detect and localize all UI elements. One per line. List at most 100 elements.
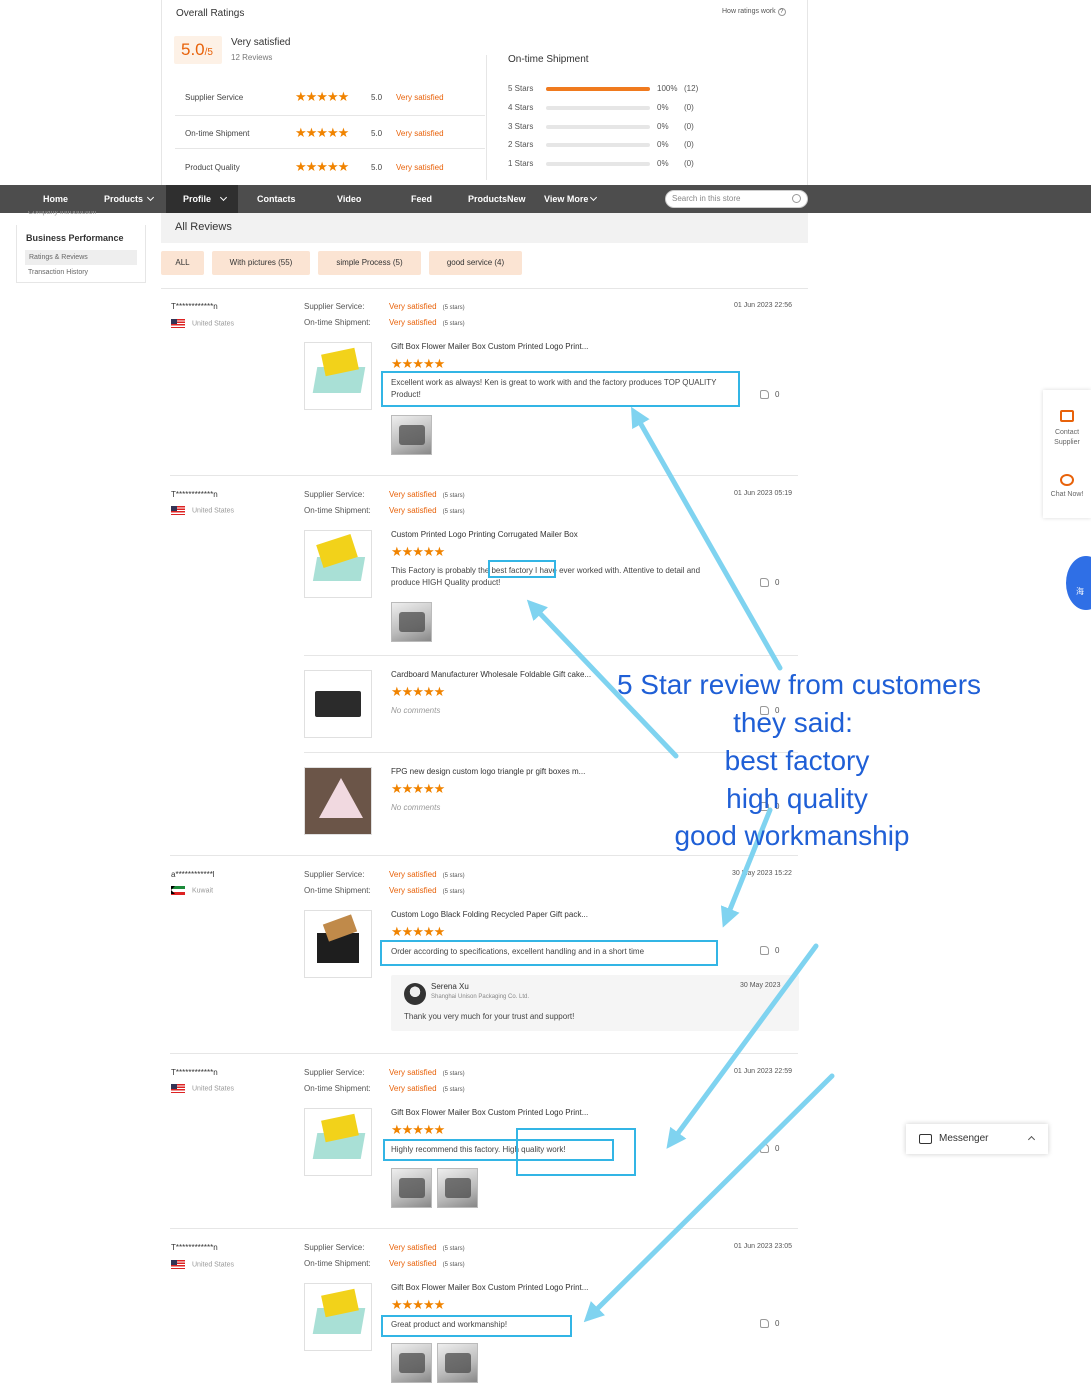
ontime-shipment-label: On-time Shipment: xyxy=(304,1259,371,1268)
contact-side-panel: Contact Supplier Chat Now! xyxy=(1043,390,1091,518)
nav-feed[interactable]: Feed xyxy=(411,185,432,213)
product-title-link[interactable]: Custom Printed Logo Printing Corrugated … xyxy=(391,530,578,539)
star-icons: ★★★★★ xyxy=(295,125,349,140)
how-ratings-work-text: How ratings work xyxy=(722,8,776,15)
review-photo[interactable] xyxy=(391,1343,432,1383)
rating-stars-text: (5 stars) xyxy=(442,1087,465,1093)
like-button[interactable]: 0 xyxy=(760,1319,780,1329)
store-search-input[interactable]: Search in this store xyxy=(665,190,808,208)
star-icons: ★★★★★ xyxy=(391,924,445,939)
sidebar-item-ratings-reviews[interactable]: Ratings & Reviews xyxy=(25,250,137,265)
like-button[interactable]: 0 xyxy=(760,946,779,956)
divider xyxy=(170,1228,798,1229)
rating-stars-text: (5 stars) xyxy=(442,1262,465,1268)
supplier-service-rating: Very satisfied (5 stars) xyxy=(389,870,465,879)
divider xyxy=(170,475,798,476)
review-photo[interactable] xyxy=(437,1343,478,1383)
thumbs-up-icon xyxy=(760,946,769,956)
rating-text: Very satisfied xyxy=(389,886,437,895)
divider xyxy=(486,55,487,180)
chevron-down-icon xyxy=(219,193,228,202)
nav-home[interactable]: Home xyxy=(43,185,68,213)
sidebar-heading[interactable]: Business Performance xyxy=(26,233,124,243)
product-title-link[interactable]: Gift Box Flower Mailer Box Custom Printe… xyxy=(391,342,588,351)
nav-products[interactable]: Products xyxy=(104,185,155,213)
us-flag-icon xyxy=(171,1084,185,1093)
filter-all[interactable]: ALL xyxy=(161,251,204,275)
rating-text: Very satisfied xyxy=(389,1259,437,1268)
overall-ratings-title: Overall Ratings xyxy=(176,8,245,19)
like-count: 0 xyxy=(775,1144,780,1153)
review-photo[interactable] xyxy=(391,415,432,455)
product-title-link[interactable]: Cardboard Manufacturer Wholesale Foldabl… xyxy=(391,670,591,679)
distribution-count: (12) xyxy=(684,84,699,93)
distribution-bar-fill xyxy=(546,87,650,91)
messenger-widget[interactable]: Messenger xyxy=(906,1124,1048,1154)
how-ratings-work-link[interactable]: How ratings work? xyxy=(722,8,786,16)
rating-stars-text: (5 stars) xyxy=(442,321,465,327)
filter-with-pictures[interactable]: With pictures (55) xyxy=(212,251,310,275)
search-icon[interactable] xyxy=(792,194,801,203)
help-icon: ? xyxy=(777,8,786,16)
chat-now-button[interactable]: Chat Now! xyxy=(1043,466,1091,506)
product-thumbnail[interactable] xyxy=(304,342,372,410)
product-title-link[interactable]: Gift Box Flower Mailer Box Custom Printe… xyxy=(391,1108,588,1117)
product-title-link[interactable]: FPG new design custom logo triangle pr g… xyxy=(391,767,585,776)
country-name: United States xyxy=(192,507,235,515)
ontime-shipment-label: On-time Shipment: xyxy=(304,1084,371,1093)
search-placeholder: Search in this store xyxy=(672,194,741,203)
bot-label: 海 xyxy=(1076,587,1084,596)
reviewer-name: a************l xyxy=(171,870,215,879)
supplier-service-label: Supplier Service: xyxy=(304,302,365,311)
product-title-link[interactable]: Gift Box Flower Mailer Box Custom Printe… xyxy=(391,1283,588,1292)
chat-icon xyxy=(1060,474,1074,486)
sidebar-item-transaction-history[interactable]: Transaction History xyxy=(28,269,88,276)
like-button[interactable]: 0 xyxy=(760,1144,780,1154)
nav-profile[interactable]: Profile xyxy=(166,185,238,213)
supplier-service-rating: Very satisfied (5 stars) xyxy=(389,302,465,311)
sidebar-item-company-introduction[interactable]: Company Introduction xyxy=(28,211,96,217)
review-photo[interactable] xyxy=(437,1168,478,1208)
product-title-link[interactable]: Custom Logo Black Folding Recycled Paper… xyxy=(391,910,588,919)
chevron-up-icon[interactable] xyxy=(1027,1135,1036,1144)
rating-row-ontime-shipment[interactable]: On-time Shipment ★★★★★ 5.0 Very satisfie… xyxy=(175,115,485,149)
us-flag-icon xyxy=(171,506,185,515)
nav-products-new[interactable]: ProductsNew xyxy=(468,185,526,213)
distribution-count: (0) xyxy=(684,159,694,169)
overall-score-denominator: /5 xyxy=(204,47,213,58)
filter-simple-process[interactable]: simple Process (5) xyxy=(318,251,421,275)
ontime-shipment-rating: Very satisfied (5 stars) xyxy=(389,1259,465,1268)
review-photo[interactable] xyxy=(391,1168,432,1208)
product-thumbnail[interactable] xyxy=(304,530,372,598)
star-level-label: 2 Stars xyxy=(508,140,534,150)
star-distribution-row: 5 Stars 100% (12) xyxy=(508,84,738,94)
all-reviews-title: All Reviews xyxy=(175,221,232,233)
like-count: 0 xyxy=(775,1319,780,1328)
review-text: This Factory is probably the best factor… xyxy=(391,566,701,587)
supplier-service-rating: Very satisfied (5 stars) xyxy=(389,1068,465,1077)
product-thumbnail[interactable] xyxy=(304,670,372,738)
filter-good-service[interactable]: good service (4) xyxy=(429,251,522,275)
rating-value: 5.0 xyxy=(371,129,383,138)
nav-view-more[interactable]: View More xyxy=(544,185,598,213)
rating-stars-text: (5 stars) xyxy=(442,1246,465,1252)
distribution-percent: 100% xyxy=(657,84,678,93)
product-thumbnail[interactable] xyxy=(304,1108,372,1176)
review-date: 01 Jun 2023 22:56 xyxy=(734,302,792,309)
nav-video[interactable]: Video xyxy=(337,185,361,213)
review-date: 01 Jun 2023 22:59 xyxy=(734,1068,792,1075)
product-thumbnail[interactable] xyxy=(304,910,372,978)
product-thumbnail[interactable] xyxy=(304,1283,372,1351)
review-photo[interactable] xyxy=(391,602,432,642)
assistant-bot-button[interactable]: 海 xyxy=(1066,556,1091,610)
country-name: Kuwait xyxy=(192,887,214,895)
contact-supplier-button[interactable]: Contact Supplier xyxy=(1043,398,1091,458)
like-button[interactable]: 0 xyxy=(760,390,779,400)
highlight-box xyxy=(381,371,740,407)
star-level-label: 5 Stars xyxy=(508,84,534,93)
like-button[interactable]: 0 xyxy=(760,578,779,588)
nav-label: View More xyxy=(544,194,589,204)
thumbs-up-icon xyxy=(760,1319,769,1329)
nav-contacts[interactable]: Contacts xyxy=(257,185,296,213)
product-thumbnail[interactable] xyxy=(304,767,372,835)
